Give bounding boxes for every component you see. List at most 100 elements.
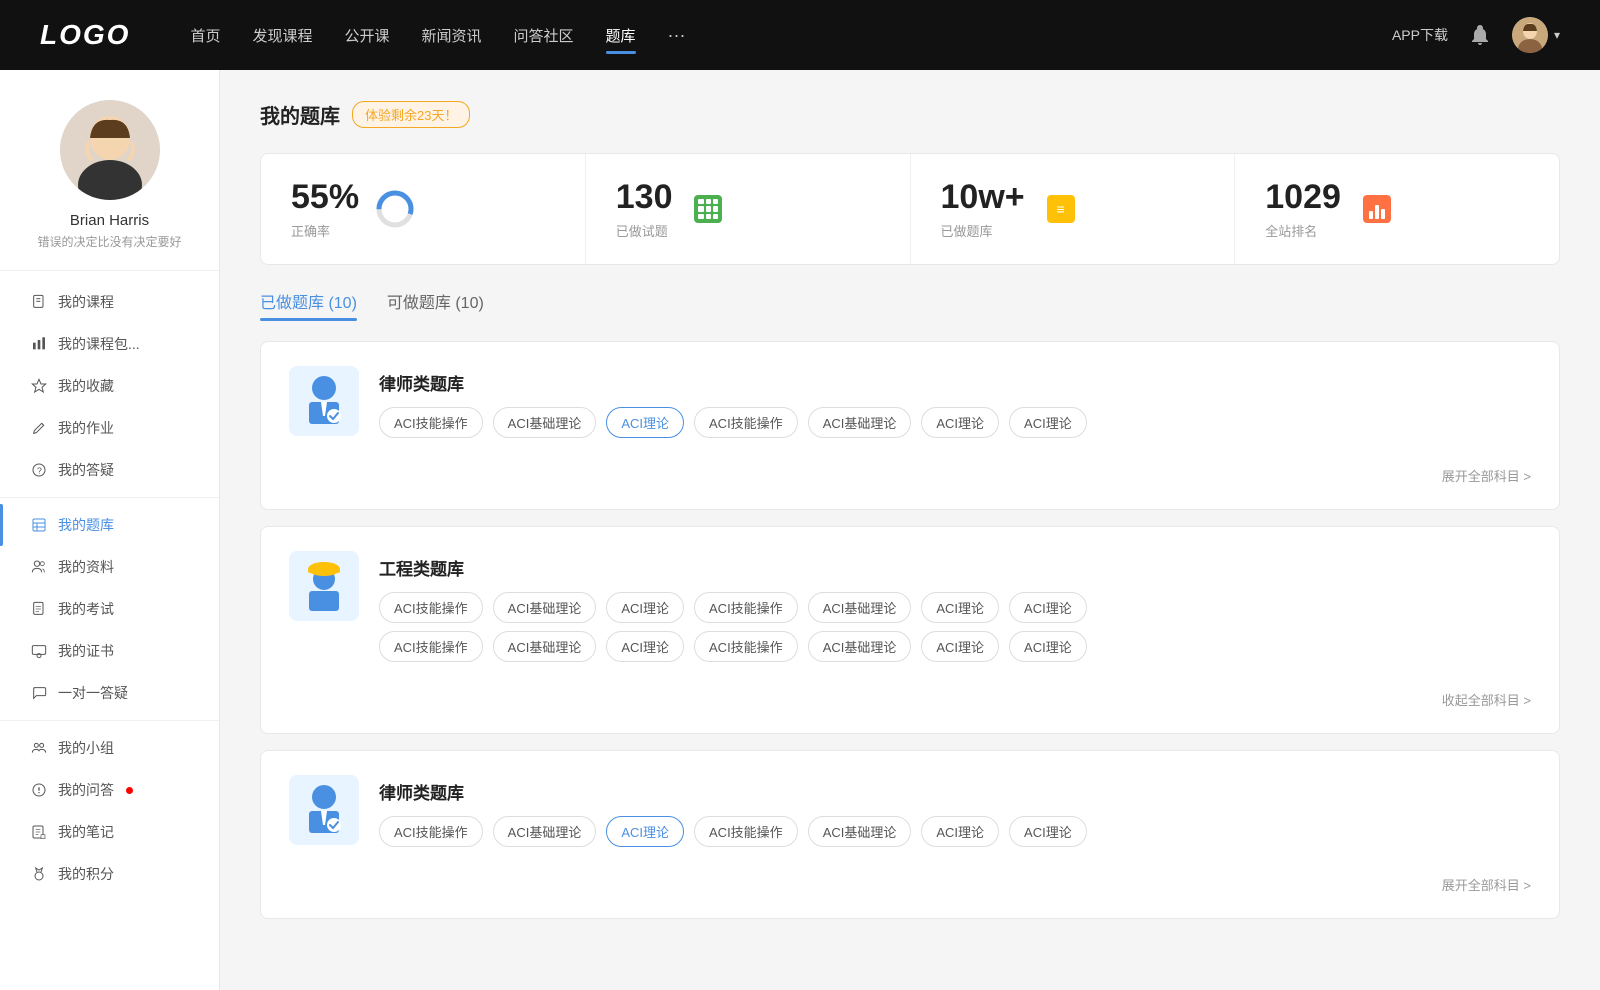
stat-done-banks: 10w+ 已做题库 ≡ <box>911 154 1236 264</box>
svg-text:?: ? <box>37 465 42 475</box>
tag-item[interactable]: ACI基础理论 <box>808 631 912 662</box>
tab-available-banks[interactable]: 可做题库 (10) <box>387 289 484 321</box>
stat-value-done-q: 130 <box>616 178 673 217</box>
sidebar-label: 我的题库 <box>58 515 114 535</box>
sidebar-label: 我的课程包... <box>58 334 140 354</box>
nav-qa[interactable]: 问答社区 <box>514 21 574 50</box>
page-title: 我的题库 <box>260 100 340 129</box>
collapse-link-2[interactable]: 收起全部科目 > <box>289 686 1531 709</box>
sidebar-label: 我的问答 <box>58 780 114 800</box>
expand-link-3[interactable]: 展开全部科目 > <box>289 871 1531 894</box>
tag-item[interactable]: ACI基础理论 <box>808 816 912 847</box>
profile-slogan: 错误的决定比没有决定要好 <box>37 233 181 250</box>
qbank-header-2: 工程类题库 ACI技能操作 ACI基础理论 ACI理论 ACI技能操作 ACI基… <box>289 551 1531 670</box>
qbank-icon-lawyer <box>289 366 359 436</box>
qbank-header-1: 律师类题库 ACI技能操作 ACI基础理论 ACI理论 ACI技能操作 ACI基… <box>289 366 1531 446</box>
tag-item[interactable]: ACI理论 <box>1009 592 1087 623</box>
sidebar-item-my-cert[interactable]: 我的证书 <box>0 630 219 672</box>
stats-row: 55% 正确率 130 已做试题 <box>260 153 1560 265</box>
tag-item[interactable]: ACI理论 <box>1009 631 1087 662</box>
tags-row-3: ACI技能操作 ACI基础理论 ACI理论 ACI技能操作 ACI基础理论 AC… <box>379 816 1531 847</box>
tag-item[interactable]: ACI基础理论 <box>808 592 912 623</box>
new-badge <box>126 787 133 794</box>
tag-item[interactable]: ACI理论 <box>1009 407 1087 438</box>
header-right: APP下载 ▾ <box>1392 17 1560 53</box>
stat-label-done-q: 已做试题 <box>616 221 673 240</box>
sidebar-item-my-data[interactable]: 我的资料 <box>0 546 219 588</box>
tag-item[interactable]: ACI理论 <box>921 407 999 438</box>
tag-item[interactable]: ACI基础理论 <box>493 816 597 847</box>
question-circle-icon: ? <box>30 461 48 479</box>
qbank-name-3: 律师类题库 <box>379 779 1531 804</box>
sidebar-label: 我的考试 <box>58 599 114 619</box>
tag-item[interactable]: ACI技能操作 <box>379 407 483 438</box>
tag-item[interactable]: ACI理论 <box>921 592 999 623</box>
edit-icon <box>30 419 48 437</box>
nav-discover[interactable]: 发现课程 <box>252 21 312 50</box>
avatar <box>1512 17 1548 53</box>
qbank-card-2: 工程类题库 ACI技能操作 ACI基础理论 ACI理论 ACI技能操作 ACI基… <box>260 526 1560 734</box>
stat-label-rank: 全站排名 <box>1265 221 1341 240</box>
notification-bell-icon[interactable] <box>1468 23 1492 47</box>
tag-item[interactable]: ACI理论 <box>606 592 684 623</box>
sidebar-item-my-group[interactable]: 我的小组 <box>0 727 219 769</box>
expand-link-1[interactable]: 展开全部科目 > <box>289 462 1531 485</box>
sidebar-menu: 我的课程 我的课程包... 我的收藏 我的作业 <box>0 271 219 905</box>
stat-rank: 1029 全站排名 <box>1235 154 1559 264</box>
nav-home[interactable]: 首页 <box>190 21 220 50</box>
qbank-icon-lawyer-3 <box>289 775 359 845</box>
tag-item-active[interactable]: ACI理论 <box>606 407 684 438</box>
note-stat-icon: ≡ <box>1041 189 1081 229</box>
tag-item[interactable]: ACI理论 <box>1009 816 1087 847</box>
stat-value-rank: 1029 <box>1265 178 1341 217</box>
page-header: 我的题库 体验剩余23天！ <box>260 100 1560 129</box>
sidebar-item-1to1-qa[interactable]: 一对一答疑 <box>0 672 219 714</box>
grid-icon <box>688 189 728 229</box>
app-download-button[interactable]: APP下载 <box>1392 25 1448 45</box>
group-icon <box>30 739 48 757</box>
sidebar-label: 我的证书 <box>58 641 114 661</box>
sidebar-item-my-notes[interactable]: 我的笔记 <box>0 811 219 853</box>
cert-icon <box>30 642 48 660</box>
tag-item[interactable]: ACI技能操作 <box>379 816 483 847</box>
tag-item[interactable]: ACI技能操作 <box>379 631 483 662</box>
logo[interactable]: LOGO <box>40 19 130 51</box>
tag-item[interactable]: ACI理论 <box>921 631 999 662</box>
tag-item[interactable]: ACI基础理论 <box>493 592 597 623</box>
tag-item[interactable]: ACI技能操作 <box>694 592 798 623</box>
stat-done-questions: 130 已做试题 <box>586 154 911 264</box>
tag-item[interactable]: ACI基础理论 <box>808 407 912 438</box>
main-header: LOGO 首页 发现课程 公开课 新闻资讯 问答社区 题库 ··· APP下载 <box>0 0 1600 70</box>
user-avatar-wrap[interactable]: ▾ <box>1512 17 1560 53</box>
sidebar-item-my-questions[interactable]: 我的问答 <box>0 769 219 811</box>
tag-item[interactable]: ACI基础理论 <box>493 407 597 438</box>
qbank-card-1: 律师类题库 ACI技能操作 ACI基础理论 ACI理论 ACI技能操作 ACI基… <box>260 341 1560 510</box>
sidebar-item-my-exam[interactable]: 我的考试 <box>0 588 219 630</box>
sidebar-item-my-points[interactable]: 我的积分 <box>0 853 219 895</box>
sidebar-item-my-qa[interactable]: ? 我的答疑 <box>0 449 219 491</box>
tag-item-active[interactable]: ACI理论 <box>606 816 684 847</box>
people-icon <box>30 558 48 576</box>
stat-label-done-b: 已做题库 <box>941 221 1025 240</box>
nav-question-bank[interactable]: 题库 <box>606 21 636 50</box>
tag-item[interactable]: ACI理论 <box>921 816 999 847</box>
profile-avatar <box>60 100 160 200</box>
sidebar-item-question-bank[interactable]: 我的题库 <box>0 504 219 546</box>
sidebar-item-collection[interactable]: 我的收藏 <box>0 365 219 407</box>
tab-done-banks[interactable]: 已做题库 (10) <box>260 289 357 321</box>
tag-item[interactable]: ACI理论 <box>606 631 684 662</box>
nav-open-course[interactable]: 公开课 <box>344 21 389 50</box>
sidebar-item-homework[interactable]: 我的作业 <box>0 407 219 449</box>
sidebar-label: 我的小组 <box>58 738 114 758</box>
nav-more[interactable]: ··· <box>668 25 686 46</box>
tag-item[interactable]: ACI技能操作 <box>694 816 798 847</box>
sidebar-item-course-pack[interactable]: 我的课程包... <box>0 323 219 365</box>
sidebar-item-my-course[interactable]: 我的课程 <box>0 281 219 323</box>
tag-item[interactable]: ACI技能操作 <box>694 407 798 438</box>
tag-item[interactable]: ACI技能操作 <box>694 631 798 662</box>
qbank-card-3: 律师类题库 ACI技能操作 ACI基础理论 ACI理论 ACI技能操作 ACI基… <box>260 750 1560 919</box>
main-nav: 首页 发现课程 公开课 新闻资讯 问答社区 题库 ··· <box>190 21 1392 50</box>
tag-item[interactable]: ACI基础理论 <box>493 631 597 662</box>
nav-news[interactable]: 新闻资讯 <box>422 21 482 50</box>
tag-item[interactable]: ACI技能操作 <box>379 592 483 623</box>
